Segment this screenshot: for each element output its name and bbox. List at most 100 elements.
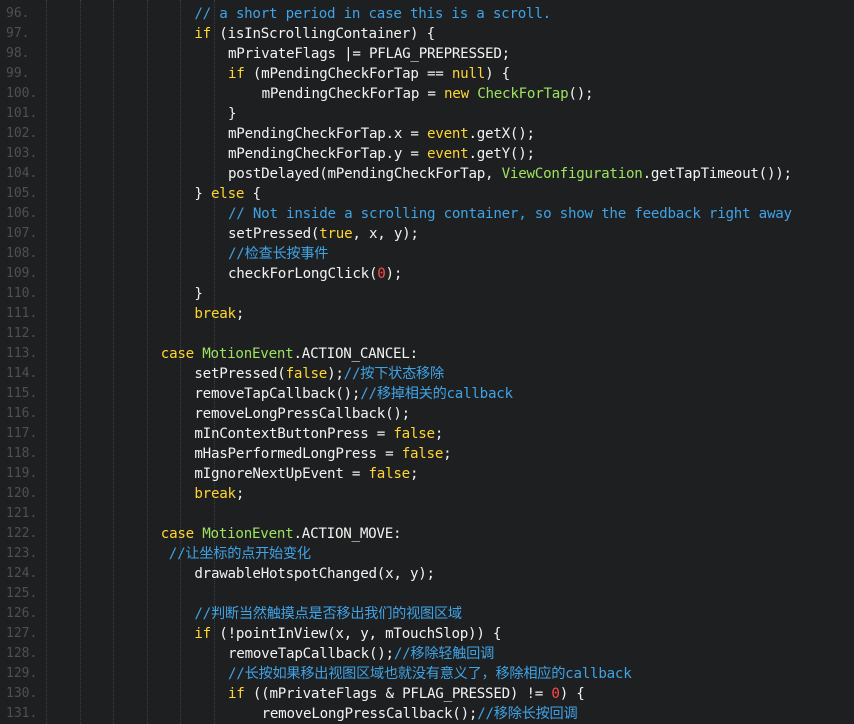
code-token: MotionEvent [202,346,294,362]
code-line[interactable]: 120. break; [0,484,854,504]
code-line[interactable]: 112. [0,324,854,344]
code-token: case [160,346,194,362]
line-number: 116. [6,406,38,421]
code-token: .getY(); [468,146,535,162]
code-token: , x, y); [352,226,419,242]
line-number: 128. [6,646,38,661]
code-line[interactable]: 115. removeTapCallback();//移掉相关的callback [0,384,854,404]
line-number: 127. [6,626,38,641]
code-line[interactable]: 98. mPrivateFlags |= PFLAG_PREPRESSED; [0,44,854,64]
code-text: //让坐标的点开始变化 [169,544,311,564]
line-number: 112. [6,326,38,341]
code-line[interactable]: 128. removeTapCallback();//移除轻触回调 [0,644,854,664]
line-number: 101. [6,106,38,121]
code-line[interactable]: 96. // a short period in case this is a s… [0,4,854,24]
code-line[interactable]: 122. case MotionEvent.ACTION_MOVE: [0,524,854,544]
code-line[interactable]: 107. setPressed(true, x, y); [0,224,854,244]
code-token: (isInScrollingContainer) { [210,26,435,42]
line-number: 117. [6,426,38,441]
code-line[interactable]: 108. //检查长按事件 [0,244,854,264]
code-text: mInContextButtonPress = false; [194,424,443,444]
code-token: ; [235,306,245,322]
code-token: ) { [485,66,510,82]
code-token: //移除轻触回调 [393,646,495,662]
code-line[interactable]: 101.} [0,104,854,124]
line-number: 106. [6,206,38,221]
line-number: 100. [6,86,38,101]
code-line[interactable]: 102. mPendingCheckForTap.x = event.getX()… [0,124,854,144]
code-token: false [401,446,444,462]
code-line[interactable]: 131. removeLongPressCallback();//移除长按回调 [0,704,854,724]
code-line[interactable]: 124. drawableHotspotChanged(x, y); [0,564,854,584]
code-line[interactable]: 118. mHasPerformedLongPress = false; [0,444,854,464]
line-number: 130. [6,686,38,701]
line-number: 122. [6,526,38,541]
code-line[interactable]: 129. //长按如果移出视图区域也就没有意义了，移除相应的callback [0,664,854,684]
code-line[interactable]: 106. // Not inside a scrolling container,… [0,204,854,224]
line-number: 96. [6,6,30,21]
line-number: 115. [6,386,38,401]
line-number: 131. [6,706,38,721]
code-line[interactable]: 103. mPendingCheckForTap.y = event.getY()… [0,144,854,164]
code-token: ; [443,446,452,462]
line-number: 121. [6,506,38,521]
code-token: new [444,86,469,102]
line-number: 107. [6,226,38,241]
code-line[interactable]: 114. setPressed(false);//按下状态移除 [0,364,854,384]
line-number: 98. [6,46,30,61]
code-text: removeTapCallback();//移掉相关的callback [194,384,513,404]
code-token: setPressed( [194,366,286,382]
code-token: 0 [551,686,560,702]
code-line[interactable]: 97. if (isInScrollingContainer) { [0,24,854,44]
line-number: 111. [6,306,38,321]
code-token: mHasPerformedLongPress = [194,446,402,462]
code-token: setPressed( [228,226,320,242]
code-line[interactable]: 111. break; [0,304,854,324]
code-text: } else { [194,184,261,204]
code-line[interactable]: 113. case MotionEvent.ACTION_CANCEL: [0,344,854,364]
code-text: // a short period in case this is a scro… [194,4,551,24]
code-text: break; [194,304,244,324]
code-text: if ((mPrivateFlags & PFLAG_PRESSED) != 0… [228,684,585,704]
line-number: 126. [6,606,38,621]
code-text: case MotionEvent.ACTION_CANCEL: [161,344,418,364]
code-line[interactable]: 121. [0,504,854,524]
code-line[interactable]: 116. removeLongPressCallback(); [0,404,854,424]
line-number: 125. [6,586,38,601]
code-token: (mPendingCheckForTap == [244,66,452,82]
code-line[interactable]: 117. mInContextButtonPress = false; [0,424,854,444]
code-token: removeTapCallback(); [194,386,361,402]
code-token: event [427,146,469,162]
code-line[interactable]: 109. checkForLongClick(0); [0,264,854,284]
code-token: ) { [559,686,585,702]
code-line[interactable]: 100. mPendingCheckForTap = new CheckForTa… [0,84,854,104]
code-line[interactable]: 127. if (!pointInView(x, y, mTouchSlop)) … [0,624,854,644]
code-line[interactable]: 123. //让坐标的点开始变化 [0,544,854,564]
code-token: //判断当然触摸点是否移出我们的视图区域 [194,606,462,622]
code-token: .ACTION_CANCEL: [293,346,418,362]
code-line[interactable]: 119. mIgnoreNextUpEvent = false; [0,464,854,484]
code-token: } [228,106,237,122]
code-line[interactable]: 105.} else { [0,184,854,204]
code-editor[interactable]: 96. // a short period in case this is a s… [0,0,854,724]
code-text: setPressed(false);//按下状态移除 [194,364,444,384]
code-token: removeLongPressCallback(); [261,706,478,722]
code-token: removeLongPressCallback(); [194,406,410,422]
code-token: false [368,466,411,482]
code-line[interactable]: 125. [0,584,854,604]
code-line[interactable]: 126. //判断当然触摸点是否移出我们的视图区域 [0,604,854,624]
code-line[interactable]: 99. if (mPendingCheckForTap == null) { [0,64,854,84]
code-text: mPendingCheckForTap.y = event.getY(); [228,144,535,164]
code-token: case [160,526,194,542]
code-token: ((mPrivateFlags & PFLAG_PRESSED) != [244,686,552,702]
line-number: 114. [6,366,38,381]
code-token: } [194,286,203,302]
code-token: mPendingCheckForTap.y = [228,146,427,162]
code-line[interactable]: 130. if ((mPrivateFlags & PFLAG_PRESSED) … [0,684,854,704]
code-text: removeTapCallback();//移除轻触回调 [228,644,494,664]
code-line[interactable]: 104. postDelayed(mPendingCheckForTap, Vie… [0,164,854,184]
code-line[interactable]: 110.} [0,284,854,304]
line-number: 113. [6,346,38,361]
line-number: 123. [6,546,38,561]
